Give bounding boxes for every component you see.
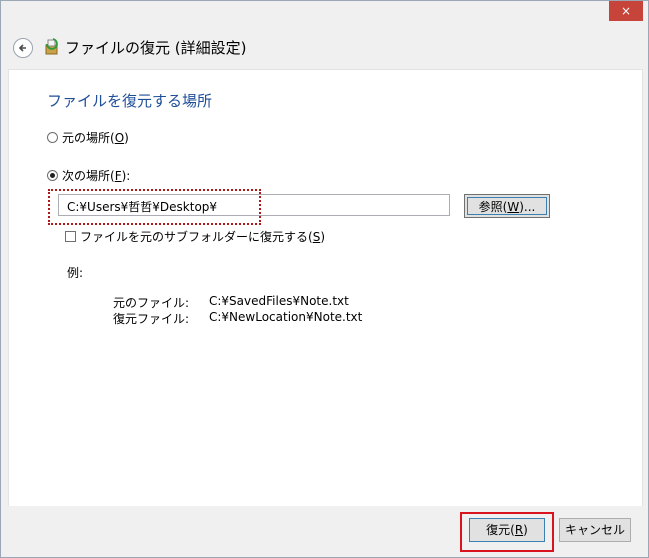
browse-label: 参照(W)... bbox=[467, 197, 547, 215]
back-button[interactable] bbox=[13, 38, 33, 58]
example-value: C:¥NewLocation¥Note.txt bbox=[209, 310, 363, 324]
subfolder-option[interactable]: ファイルを元のサブフォルダーに復元する(S) bbox=[65, 228, 325, 245]
path-highlight-annotation bbox=[48, 189, 261, 225]
subfolder-checkbox[interactable] bbox=[65, 231, 76, 242]
example-value: C:¥SavedFiles¥Note.txt bbox=[209, 294, 349, 308]
subfolder-label: ファイルを元のサブフォルダーに復元する(S) bbox=[80, 230, 325, 244]
original-location-radio[interactable] bbox=[47, 132, 58, 143]
other-location-option[interactable]: 次の場所(F): bbox=[47, 167, 130, 184]
other-location-radio[interactable] bbox=[47, 170, 58, 181]
original-location-label: 元の場所(O) bbox=[62, 131, 129, 145]
example-key: 復元ファイル: bbox=[113, 312, 190, 326]
close-button[interactable]: × bbox=[609, 1, 643, 21]
browse-button[interactable]: 参照(W)... bbox=[464, 194, 550, 218]
other-location-label: 次の場所(F): bbox=[62, 169, 131, 183]
restore-dialog-window: × ファイルの復元 (詳細設定) ファイルを復元する場所 元の場所(O) 次の場… bbox=[0, 0, 649, 558]
title-bar: × bbox=[1, 1, 648, 29]
restore-button[interactable]: 復元(R) bbox=[469, 518, 545, 542]
example-label: 例: bbox=[67, 266, 84, 280]
section-title: ファイルを復元する場所 bbox=[47, 92, 213, 110]
example-key: 元のファイル: bbox=[113, 296, 190, 310]
cancel-button[interactable]: キャンセル bbox=[559, 518, 631, 542]
dialog-footer: 復元(R) キャンセル bbox=[1, 506, 648, 557]
main-content: ファイルを復元する場所 元の場所(O) 次の場所(F): C:¥Users¥哲哲… bbox=[8, 69, 643, 508]
arrow-left-icon bbox=[18, 44, 26, 52]
file-history-icon bbox=[43, 38, 61, 56]
dialog-header: ファイルの復元 (詳細設定) bbox=[1, 29, 648, 67]
example-row-original: 元のファイル: C:¥SavedFiles¥Note.txt bbox=[113, 294, 349, 311]
dialog-title: ファイルの復元 (詳細設定) bbox=[65, 39, 247, 57]
close-icon: × bbox=[620, 4, 632, 18]
original-location-option[interactable]: 元の場所(O) bbox=[47, 129, 129, 146]
example-row-restored: 復元ファイル: C:¥NewLocation¥Note.txt bbox=[113, 310, 362, 327]
